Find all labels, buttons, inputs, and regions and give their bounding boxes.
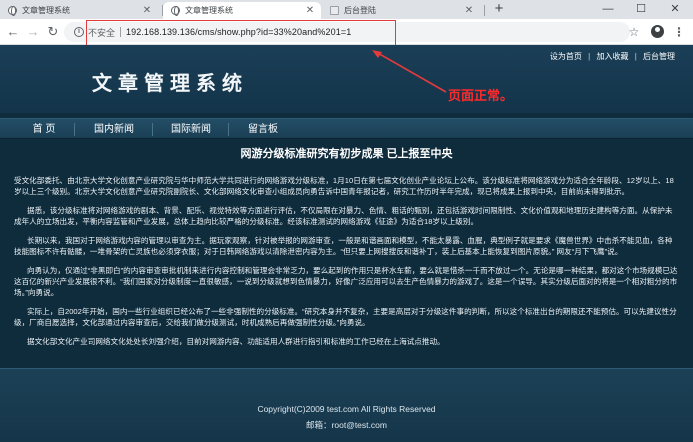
nav-international-news[interactable]: 国际新闻 bbox=[163, 119, 219, 140]
minimize-button[interactable]: — bbox=[592, 0, 624, 19]
link-set-homepage[interactable]: 设为首页 bbox=[548, 52, 584, 61]
tab-2-label: 文章管理系统 bbox=[185, 6, 233, 15]
article-paragraph: 长期以来，我国对于网络游戏内容的管理以审查为主。据玩家观察，针对被举报的网游审查… bbox=[14, 236, 673, 256]
article-title: 网游分级标准研究有初步成果 已上报至中央 bbox=[240, 148, 453, 160]
maximize-button[interactable]: ☐ bbox=[625, 0, 657, 19]
tab-1-label: 文章管理系统 bbox=[22, 6, 70, 15]
nav-home[interactable]: 首 页 bbox=[22, 119, 66, 140]
nav-divider bbox=[152, 123, 153, 136]
site-logo: 文章管理系统 bbox=[92, 71, 248, 95]
star-icon[interactable]: ☆ bbox=[625, 23, 643, 41]
nav-divider bbox=[74, 123, 75, 136]
close-icon[interactable]: ✕ bbox=[303, 5, 317, 16]
url-highlight-box bbox=[86, 20, 396, 47]
tab-3[interactable]: 后台登陆 ✕ bbox=[322, 2, 480, 19]
tab-2[interactable]: 文章管理系统 ✕ bbox=[163, 2, 321, 19]
website: 设为首页 | 加入收藏 | 后台管理 文章管理系统 页面正常。 首 页 国内新闻… bbox=[0, 45, 693, 442]
site-header: 设为首页 | 加入收藏 | 后台管理 文章管理系统 页面正常。 bbox=[0, 45, 693, 113]
article-paragraph: 据悉，该分级标准将对网络游戏的剧本、背景、配乐、视觉特效等方面进行评估，不仅局限… bbox=[14, 206, 673, 226]
site-nav: 首 页 国内新闻 国际新闻 留言板 bbox=[0, 118, 693, 139]
tab-divider bbox=[484, 5, 485, 16]
back-icon[interactable]: ← bbox=[4, 23, 22, 41]
new-tab-button[interactable]: + bbox=[490, 1, 508, 18]
article-paragraph: 据文化部文化产业司网络文化处处长刘强介绍，目前对网游内容、功能适用人群进行指引和… bbox=[27, 337, 445, 346]
page-icon bbox=[330, 6, 339, 15]
close-icon[interactable]: ✕ bbox=[140, 5, 154, 16]
globe-icon bbox=[171, 6, 180, 16]
link-admin[interactable]: 后台管理 bbox=[641, 52, 677, 61]
link-separator: | bbox=[588, 52, 591, 61]
close-icon[interactable]: ✕ bbox=[462, 5, 476, 16]
nav-guestbook[interactable]: 留言板 bbox=[238, 119, 288, 140]
menu-icon[interactable]: ⋮ bbox=[670, 23, 688, 41]
globe-icon bbox=[8, 6, 17, 16]
site-footer: Copyright(C)2009 test.com All Rights Res… bbox=[0, 368, 693, 442]
article-paragraph: 向勇认为，仅通过“非黑即白”的内容审查审批机制来进行内容控制和管理会非常乏力，要… bbox=[14, 266, 678, 297]
article-paragraph: 受文化部委托、由北京大学文化创意产业研究院与华中师范大学共同进行的网络游戏分级标… bbox=[14, 176, 674, 196]
tab-1[interactable]: 文章管理系统 ✕ bbox=[0, 2, 158, 19]
annotation-text: 页面正常。 bbox=[448, 88, 514, 103]
tab-3-label: 后台登陆 bbox=[344, 6, 376, 15]
footer-email: 邮箱：root@test.com bbox=[306, 420, 387, 430]
nav-divider bbox=[228, 123, 229, 136]
reload-icon[interactable]: ↻ bbox=[44, 23, 62, 41]
article: 网游分级标准研究有初步成果 已上报至中央 受文化部委托、由北京大学文化创意产业研… bbox=[14, 145, 679, 355]
nav-domestic-news[interactable]: 国内新闻 bbox=[86, 119, 142, 140]
forward-icon[interactable]: → bbox=[24, 23, 42, 41]
link-separator: | bbox=[634, 52, 637, 61]
tab-strip: 文章管理系统 ✕ 文章管理系统 ✕ 后台登陆 ✕ + — ☐ ✕ bbox=[0, 0, 693, 19]
article-paragraph: 实际上，自2002年开始，国内一些行业组织已经公布了一些非强制性的分级标准。“研… bbox=[14, 307, 677, 327]
footer-copyright: Copyright(C)2009 test.com All Rights Res… bbox=[257, 404, 436, 414]
annotation-arrow-icon bbox=[372, 50, 447, 93]
info-icon[interactable]: i bbox=[74, 27, 84, 37]
top-links: 设为首页 | 加入收藏 | 后台管理 bbox=[548, 51, 677, 62]
account-icon[interactable] bbox=[651, 25, 664, 38]
link-add-favorite[interactable]: 加入收藏 bbox=[594, 52, 630, 61]
close-window-button[interactable]: ✕ bbox=[659, 0, 691, 19]
